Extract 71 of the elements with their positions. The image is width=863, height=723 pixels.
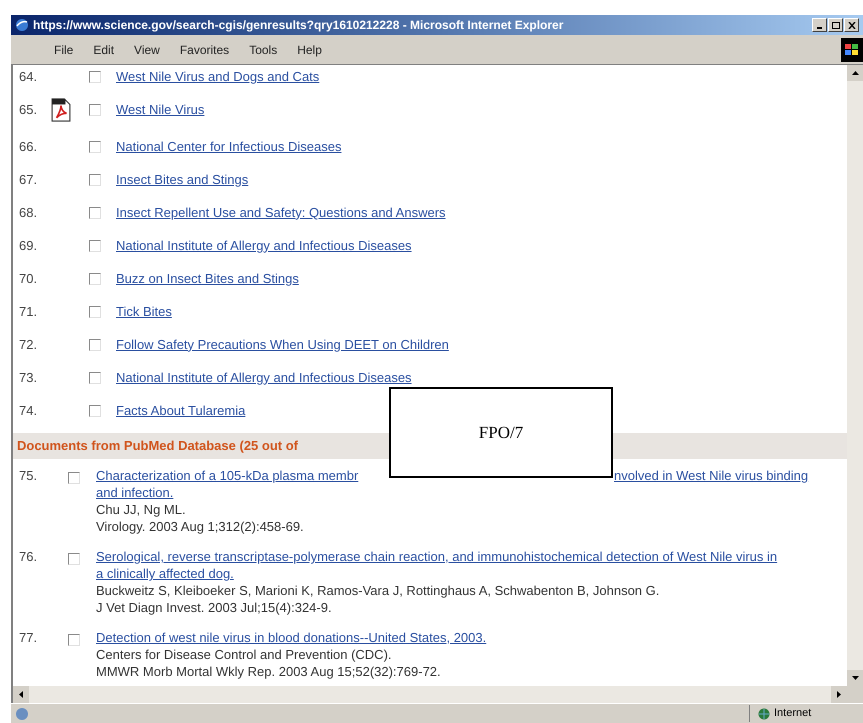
article-citation: Virology. 2003 Aug 1;312(2):458-69. [96, 518, 305, 535]
result-number: 75. [18, 467, 38, 485]
result-link[interactable]: Facts About Tularemia [116, 400, 246, 420]
close-icon[interactable] [844, 18, 859, 32]
browser-icon [15, 18, 29, 32]
result-number: 68. [18, 204, 38, 222]
article-link[interactable]: and infection. [96, 484, 174, 501]
menu-item[interactable]: Edit [90, 40, 118, 58]
menu-item[interactable]: View [131, 40, 163, 58]
result-link[interactable]: National Center for Infectious Diseases [116, 136, 342, 156]
article-citation: MMWR Morb Mortal Wkly Rep. 2003 Aug 15;52(32):769-72. [96, 663, 442, 680]
article-authors: Buckweitz S, Kleiboeker S, Marioni K, Ramos-Vara J, Rottinghaus A, Schwabenton B, Johnson G. [96, 582, 660, 599]
result-link[interactable]: National Institute of Allergy and Infectious Diseases [116, 236, 412, 256]
result-link[interactable]: Tick Bites [116, 302, 172, 322]
checkbox[interactable] [68, 472, 80, 484]
result-link[interactable]: West Nile Virus and Dogs and Cats [116, 67, 320, 87]
result-number: 69. [18, 236, 38, 255]
security-zone: Internet [774, 706, 812, 722]
checkbox[interactable] [89, 71, 101, 83]
menu-item[interactable]: Help [294, 40, 325, 58]
checkbox[interactable] [68, 553, 80, 565]
checkbox[interactable] [89, 206, 101, 218]
result-link[interactable]: Insect Repellent Use and Safety: Questions and Answers [116, 202, 446, 222]
article-link[interactable]: Detection of west nile virus in blood donations--United States, 2003. [96, 629, 486, 646]
result-number: 65. [18, 100, 38, 119]
result-link[interactable]: West Nile Virus [116, 100, 204, 120]
article-link[interactable]: nvolved in West Nile virus binding [614, 467, 808, 484]
window-title: https://www.science.gov/search-cgis/genresults?qry1610212228 - Microsoft Internet Explorer [33, 17, 564, 34]
checkbox[interactable] [89, 372, 101, 384]
result-link[interactable]: Follow Safety Precautions When Using DEET on Children [116, 334, 449, 354]
result-link[interactable]: Buzz on Insect Bites and Stings [116, 268, 299, 288]
checkbox[interactable] [89, 272, 101, 284]
article-link[interactable]: Serological, reverse transcriptase-polymerase chain reaction, and immunohistochemical detection of West Nile virus in [96, 548, 778, 565]
checkbox[interactable] [89, 404, 101, 416]
section-heading: Documents from PubMed Database (25 out of [17, 437, 298, 456]
result-number: 67. [18, 170, 38, 189]
article-authors: Centers for Disease Control and Prevention (CDC). [96, 646, 393, 663]
result-link[interactable]: Insect Bites and Stings [116, 170, 248, 190]
checkbox[interactable] [89, 140, 101, 152]
menu-item[interactable]: File [51, 40, 76, 58]
checkbox[interactable] [89, 240, 101, 252]
result-number: 70. [18, 270, 38, 288]
globe-icon [758, 708, 770, 720]
result-number: 77. [18, 629, 38, 647]
checkbox[interactable] [68, 634, 80, 646]
result-number: 74. [18, 402, 38, 420]
result-number: 73. [18, 368, 38, 387]
checkbox[interactable] [89, 174, 101, 186]
result-number: 71. [18, 302, 38, 321]
windows-logo-icon [841, 38, 863, 62]
article-authors: Chu JJ, Ng ML. [96, 501, 187, 518]
page-icon [15, 706, 29, 720]
minimize-icon[interactable] [812, 18, 827, 32]
checkbox[interactable] [89, 104, 101, 116]
pdf-document-icon [51, 96, 71, 122]
vertical-scrollbar[interactable] [847, 65, 863, 686]
result-number: 76. [18, 548, 38, 566]
result-number: 66. [18, 138, 38, 156]
placeholder-label: FPO/7 [478, 422, 524, 444]
result-link[interactable]: National Institute of Allergy and Infectious Diseases [116, 368, 412, 388]
checkbox[interactable] [89, 338, 101, 350]
checkbox[interactable] [89, 306, 101, 318]
maximize-icon[interactable] [828, 18, 843, 32]
result-number: 64. [18, 68, 38, 86]
menu-item[interactable]: Tools [246, 40, 280, 58]
article-link[interactable]: Characterization of a 105-kDa plasma membr [96, 467, 358, 484]
menu-item[interactable]: Favorites [176, 40, 232, 58]
result-number: 72. [18, 336, 38, 354]
article-citation: J Vet Diagn Invest. 2003 Jul;15(4):324-9. [96, 599, 333, 616]
article-link[interactable]: a clinically affected dog. [96, 565, 234, 582]
horizontal-scrollbar[interactable] [11, 686, 847, 703]
